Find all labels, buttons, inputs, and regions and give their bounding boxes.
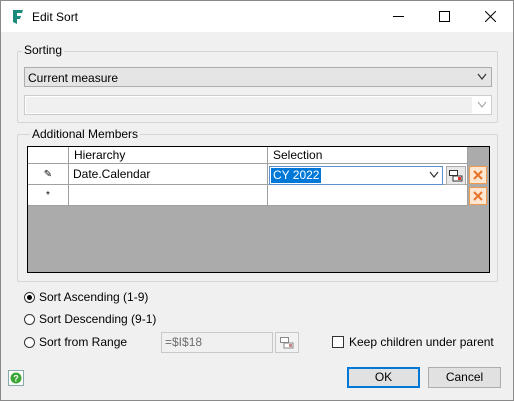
keep-children-label: Keep children under parent	[349, 335, 494, 349]
sort-ascending-label: Sort Ascending (1-9)	[39, 290, 149, 304]
selection-combobox[interactable]: CY 2022	[269, 166, 443, 185]
secondary-select[interactable]	[24, 95, 492, 115]
checkbox-unchecked-icon	[332, 336, 344, 348]
members-grid: Hierarchy Selection ✎ Date.Calendar CY 2…	[27, 146, 490, 273]
radio-unselected-icon	[24, 336, 35, 348]
help-button[interactable]: ?	[8, 370, 24, 386]
sort-from-range-label: Sort from Range	[39, 335, 128, 349]
delete-x-icon	[473, 191, 483, 201]
title-bar: Edit Sort	[1, 1, 513, 32]
delete-row-button[interactable]	[469, 166, 487, 184]
pencil-icon: ✎	[43, 168, 53, 180]
radio-selected-icon	[24, 291, 35, 303]
sort-descending-label: Sort Descending (9-1)	[39, 312, 157, 326]
app-logo-icon	[13, 10, 23, 24]
edit-sort-dialog: Edit Sort Sorting Current measure Additi…	[0, 0, 514, 401]
radio-unselected-icon	[24, 313, 35, 325]
sorting-group-label: Sorting	[22, 43, 65, 57]
sort-descending-radio[interactable]: Sort Descending (9-1)	[24, 312, 156, 326]
help-icon: ?	[10, 372, 22, 384]
range-picker-button[interactable]	[275, 332, 299, 353]
column-header-hierarchy[interactable]: Hierarchy	[69, 147, 268, 164]
chevron-down-icon	[429, 171, 439, 178]
minimize-icon	[392, 16, 404, 17]
chevron-down-icon	[477, 101, 487, 108]
member-picker-button[interactable]	[446, 166, 466, 185]
row-indicator-new: *	[28, 185, 69, 206]
asterisk-icon: *	[46, 189, 50, 201]
svg-text:?: ?	[13, 374, 19, 384]
range-input[interactable]: =$I$18	[161, 332, 273, 353]
close-button[interactable]	[467, 1, 513, 32]
hierarchy-cell[interactable]: Date.Calendar	[69, 164, 268, 185]
measure-select-value: Current measure	[28, 71, 119, 85]
keep-children-checkbox[interactable]: Keep children under parent	[332, 335, 494, 349]
close-icon	[484, 11, 496, 22]
hierarchy-cell[interactable]	[69, 185, 268, 206]
selection-value: CY 2022	[271, 168, 322, 183]
ok-button[interactable]: OK	[347, 367, 420, 388]
delete-row-button[interactable]	[469, 187, 487, 205]
maximize-button[interactable]	[421, 1, 467, 32]
chevron-down-icon	[477, 73, 487, 80]
measure-select[interactable]: Current measure	[24, 67, 492, 87]
cancel-button[interactable]: Cancel	[428, 367, 501, 388]
maximize-icon	[438, 11, 450, 22]
column-header-selection[interactable]: Selection	[268, 147, 468, 164]
grid-corner-header	[28, 147, 69, 164]
member-picker-icon	[449, 169, 463, 181]
selection-cell[interactable]	[268, 185, 468, 206]
minimize-button[interactable]	[375, 1, 421, 32]
window-title: Edit Sort	[32, 10, 79, 24]
sort-from-range-radio[interactable]: Sort from Range	[24, 335, 127, 349]
sort-ascending-radio[interactable]: Sort Ascending (1-9)	[24, 290, 148, 304]
additional-members-label: Additional Members	[30, 127, 141, 141]
delete-x-icon	[473, 170, 483, 180]
row-indicator-edit: ✎	[28, 164, 69, 185]
range-picker-icon	[280, 336, 294, 348]
